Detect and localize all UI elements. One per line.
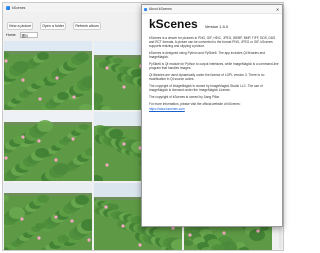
about-title-bar: About kScenes [142, 5, 282, 14]
path-value: 图片 [21, 33, 29, 38]
app-name: kScenes [149, 17, 198, 31]
about-paragraph: The copyright of ImageMagick is owned by… [149, 84, 263, 92]
thumbnail-image [4, 183, 92, 250]
version-label: Version 1.5.0 [204, 24, 229, 29]
thumbnail[interactable] [4, 183, 92, 250]
view-picture-button[interactable]: View a picture [7, 22, 33, 30]
window-title: kScenes [12, 5, 26, 10]
about-paragraph: PySide6 is Qt module for Python to outpu… [149, 62, 279, 70]
refresh-album-button[interactable]: Refresh album [73, 22, 101, 30]
about-paragraph: kScenes is designed using Python and PyS… [149, 51, 266, 59]
thumbnail-image [4, 112, 92, 181]
path-select[interactable]: 图片 [19, 32, 38, 38]
about-dialog: About kScenes ✕ kScenes Version 1.5.0 kS… [141, 4, 283, 227]
about-paragraph: kScenes is a viewer for pictures in PNG,… [149, 36, 276, 48]
about-paragraph: The copyright of kScenes is owned by Jia… [149, 95, 220, 99]
home-link[interactable]: Home [6, 33, 16, 37]
website-link[interactable]: https://www.kscenes.com [149, 107, 185, 111]
close-icon[interactable]: ✕ [273, 5, 282, 13]
thumbnail-image [4, 41, 92, 110]
app-icon [6, 5, 10, 10]
app-icon [144, 7, 147, 11]
thumbnail[interactable] [4, 41, 92, 110]
open-folder-button[interactable]: Open a folder [40, 22, 66, 30]
thumbnail[interactable] [4, 112, 92, 181]
about-paragraph: Qt libraries are used dynamically under … [149, 73, 265, 81]
about-title: About kScenes [149, 7, 172, 11]
about-paragraph: For more information, please visit the o… [149, 102, 241, 106]
